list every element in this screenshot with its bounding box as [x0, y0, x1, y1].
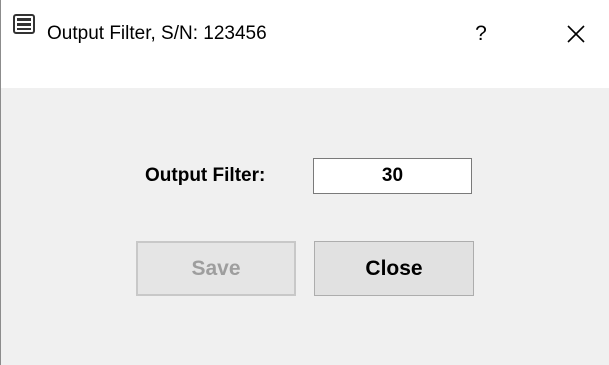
help-button[interactable]: ? — [456, 14, 506, 54]
close-window-button[interactable] — [549, 14, 603, 54]
output-filter-dialog: Output Filter, S/N: 123456 ? Output Filt… — [0, 0, 609, 365]
output-filter-label: Output Filter: — [145, 165, 266, 186]
title-bar[interactable]: Output Filter, S/N: 123456 ? — [1, 0, 609, 88]
output-filter-input[interactable] — [313, 158, 472, 194]
close-button[interactable]: Close — [314, 241, 474, 296]
app-icon[interactable] — [13, 14, 35, 34]
close-icon — [567, 25, 585, 43]
save-button[interactable]: Save — [136, 241, 296, 296]
window-title: Output Filter, S/N: 123456 — [47, 23, 267, 44]
